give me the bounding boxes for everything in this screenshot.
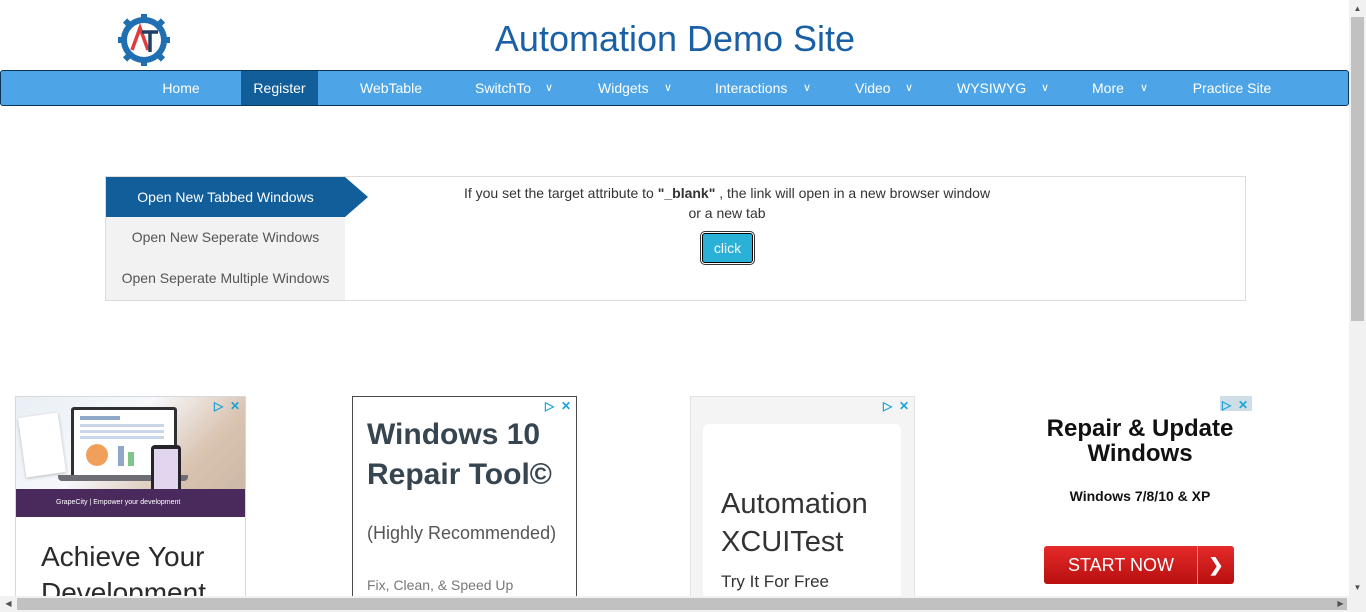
tab-label: Open Seperate Multiple Windows <box>121 270 330 286</box>
active-tab-arrow <box>345 177 368 217</box>
ad-headline: Repair & Update Windows <box>1046 415 1234 467</box>
click-button[interactable]: click <box>702 233 753 263</box>
ad-image: GrapeCity | Empower your development <box>16 397 245 517</box>
nav-more-label: More <box>1092 80 1124 96</box>
scroll-down-icon[interactable]: ▼ <box>1349 579 1366 596</box>
nav-interactions[interactable]: Interactions ∨ <box>701 71 826 105</box>
ad-subtitle: Windows 7/8/10 & XP <box>1069 488 1211 504</box>
ad-banner-2[interactable]: ▷ ✕ Windows 10 Repair Tool© (Highly Reco… <box>352 396 577 598</box>
nav-home[interactable]: Home <box>141 71 221 105</box>
chevron-down-icon: ∨ <box>545 82 554 94</box>
ad-subtitle-2: Fix, Clean, & Speed Up <box>367 577 514 593</box>
description-text: If you set the target attribute to <box>463 185 658 201</box>
ad-headline: Windows 10 Repair Tool© <box>367 418 552 491</box>
nav-video-label: Video <box>855 80 891 96</box>
close-icon[interactable]: ✕ <box>1238 398 1248 412</box>
page-title: Automation Demo Site <box>494 18 856 59</box>
nav-widgets[interactable]: Widgets ∨ <box>586 71 686 105</box>
nav-webtable-label: WebTable <box>359 80 422 96</box>
adchoices-icon[interactable]: ▷ <box>883 399 892 413</box>
ad-paper <box>18 412 66 478</box>
nav-wysiwyg[interactable]: WYSIWYG ∨ <box>941 71 1056 105</box>
nav-register[interactable]: Register <box>241 71 318 105</box>
nav-more[interactable]: More ∨ <box>1076 71 1156 105</box>
horizontal-scrollbar[interactable]: ◀ ▶ <box>0 596 1366 612</box>
ad-banner-4[interactable]: ▷ ✕ Repair & Update Windows Windows 7/8/… <box>1028 396 1252 596</box>
chevron-down-icon: ∨ <box>905 82 914 94</box>
chevron-down-icon: ∨ <box>1041 82 1050 94</box>
tab-label: Open New Seperate Windows <box>131 229 320 245</box>
description-text-cont: , the link will open in a new browser wi… <box>715 185 991 201</box>
nav-switchto[interactable]: SwitchTo ∨ <box>461 71 571 105</box>
ad-subtitle: (Highly Recommended) <box>367 523 557 543</box>
tab-open-new-seperate-windows[interactable]: Open New Seperate Windows <box>106 217 345 257</box>
close-icon[interactable]: ✕ <box>230 399 240 413</box>
nav-switchto-label: SwitchTo <box>475 80 532 96</box>
nav-widgets-label: Widgets <box>598 80 649 96</box>
ad-headline: Achieve Your Development <box>41 541 206 598</box>
ad-banner-1[interactable]: GrapeCity | Empower your development ▷ ✕… <box>15 396 246 598</box>
chevron-down-icon: ∨ <box>664 82 673 94</box>
adchoices-icon[interactable]: ▷ <box>214 399 223 413</box>
nav-video[interactable]: Video ∨ <box>841 71 921 105</box>
nav-practice-site[interactable]: Practice Site <box>1176 71 1288 105</box>
tab-open-new-tabbed-windows[interactable]: Open New Tabbed Windows <box>106 177 345 217</box>
chevron-down-icon: ∨ <box>1140 82 1149 94</box>
main-navbar: Home Register WebTable SwitchTo ∨ Widget… <box>0 70 1349 106</box>
adchoices-icon[interactable]: ▷ <box>545 399 554 413</box>
windows-tabs-panel: Open New Tabbed Windows Open New Seperat… <box>105 176 1246 301</box>
start-now-button[interactable]: START NOW ❯ <box>1044 546 1234 584</box>
description-code: "_blank" <box>657 185 716 201</box>
ad-headline: Automation XCUITest <box>721 488 868 558</box>
description-line2: or a new tab <box>688 205 766 221</box>
ad-subtitle: Try It For Free <box>721 572 829 591</box>
tabs-sidebar: Open New Tabbed Windows Open New Seperat… <box>106 177 345 300</box>
phone-icon <box>151 445 181 495</box>
close-icon[interactable]: ✕ <box>899 399 909 413</box>
close-icon[interactable]: ✕ <box>561 399 571 413</box>
scroll-left-icon[interactable]: ◀ <box>0 596 17 612</box>
start-now-label: START NOW <box>1067 555 1174 575</box>
tab-open-seperate-multiple-windows[interactable]: Open Seperate Multiple Windows <box>106 258 345 298</box>
nav-home-label: Home <box>162 80 200 96</box>
scroll-up-icon[interactable]: ▲ <box>1349 0 1366 17</box>
ad-banner-3[interactable]: ▷ ✕ Automation XCUITest Try It For Free <box>690 396 915 598</box>
tab-label: Open New Tabbed Windows <box>137 189 314 205</box>
nav-interactions-label: Interactions <box>715 80 788 96</box>
tab-description: If you set the target attribute to "_bla… <box>446 183 1008 223</box>
chevron-right-icon: ❯ <box>1197 546 1234 584</box>
nav-register-label: Register <box>253 80 306 96</box>
nav-webtable[interactable]: WebTable <box>341 71 441 105</box>
scroll-thumb[interactable] <box>1351 17 1364 321</box>
scroll-thumb[interactable] <box>17 598 1347 610</box>
chevron-down-icon: ∨ <box>803 82 812 94</box>
ad-strip: GrapeCity | Empower your development <box>16 489 245 517</box>
nav-practice-site-label: Practice Site <box>1192 80 1272 96</box>
adchoices-icon[interactable]: ▷ <box>1222 398 1231 412</box>
nav-wysiwyg-label: WYSIWYG <box>957 80 1027 96</box>
vertical-scrollbar[interactable]: ▲ ▼ <box>1349 0 1366 596</box>
scroll-right-icon[interactable]: ▶ <box>1332 596 1349 612</box>
